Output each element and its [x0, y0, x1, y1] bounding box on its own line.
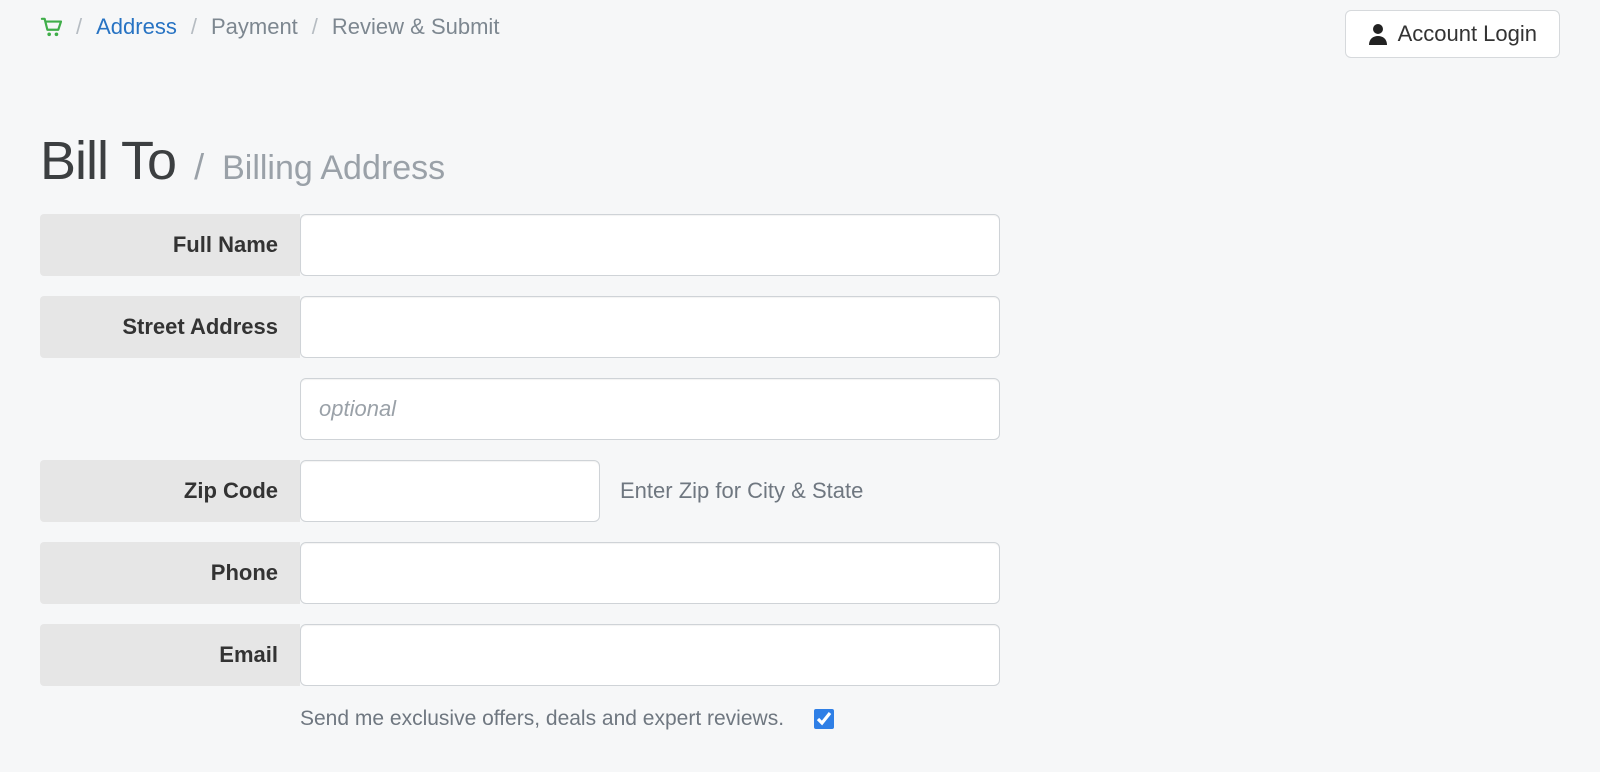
account-login-label: Account Login	[1398, 21, 1537, 47]
page-title-separator: /	[194, 146, 204, 188]
account-login-button[interactable]: Account Login	[1345, 10, 1560, 58]
breadcrumb-separator: /	[191, 14, 197, 40]
offers-text: Send me exclusive offers, deals and expe…	[300, 707, 784, 731]
row-zip-code: Zip Code Enter Zip for City & State	[40, 460, 1000, 522]
full-name-input[interactable]	[300, 214, 1000, 276]
page-title-main: Bill To	[40, 130, 176, 192]
row-street-address: Street Address	[40, 296, 1000, 358]
row-full-name: Full Name	[40, 214, 1000, 276]
zip-helper-text: Enter Zip for City & State	[620, 478, 863, 504]
breadcrumb: / Address / Payment / Review & Submit	[40, 14, 1560, 40]
label-zip-code: Zip Code	[40, 460, 300, 522]
street-address-input[interactable]	[300, 296, 1000, 358]
page-title-sub: Billing Address	[222, 149, 445, 188]
breadcrumb-separator: /	[76, 14, 82, 40]
label-full-name: Full Name	[40, 214, 300, 276]
offers-checkbox[interactable]	[814, 709, 834, 729]
label-street-address-2	[40, 378, 300, 440]
breadcrumb-payment[interactable]: Payment	[211, 14, 298, 40]
label-street-address: Street Address	[40, 296, 300, 358]
row-street-address-2	[40, 378, 1000, 440]
label-phone: Phone	[40, 542, 300, 604]
breadcrumb-address[interactable]: Address	[96, 14, 177, 40]
row-email: Email	[40, 624, 1000, 686]
user-icon	[1368, 23, 1388, 45]
breadcrumb-separator: /	[312, 14, 318, 40]
page-title: Bill To / Billing Address	[40, 130, 1560, 192]
cart-icon[interactable]	[40, 17, 62, 37]
phone-input[interactable]	[300, 542, 1000, 604]
row-offers: Send me exclusive offers, deals and expe…	[40, 706, 1000, 732]
row-phone: Phone	[40, 542, 1000, 604]
zip-code-input[interactable]	[300, 460, 600, 522]
street-address-2-input[interactable]	[300, 378, 1000, 440]
breadcrumb-review-submit[interactable]: Review & Submit	[332, 14, 500, 40]
label-email: Email	[40, 624, 300, 686]
email-input[interactable]	[300, 624, 1000, 686]
billing-form: Full Name Street Address Zip Code Enter …	[40, 214, 1000, 732]
